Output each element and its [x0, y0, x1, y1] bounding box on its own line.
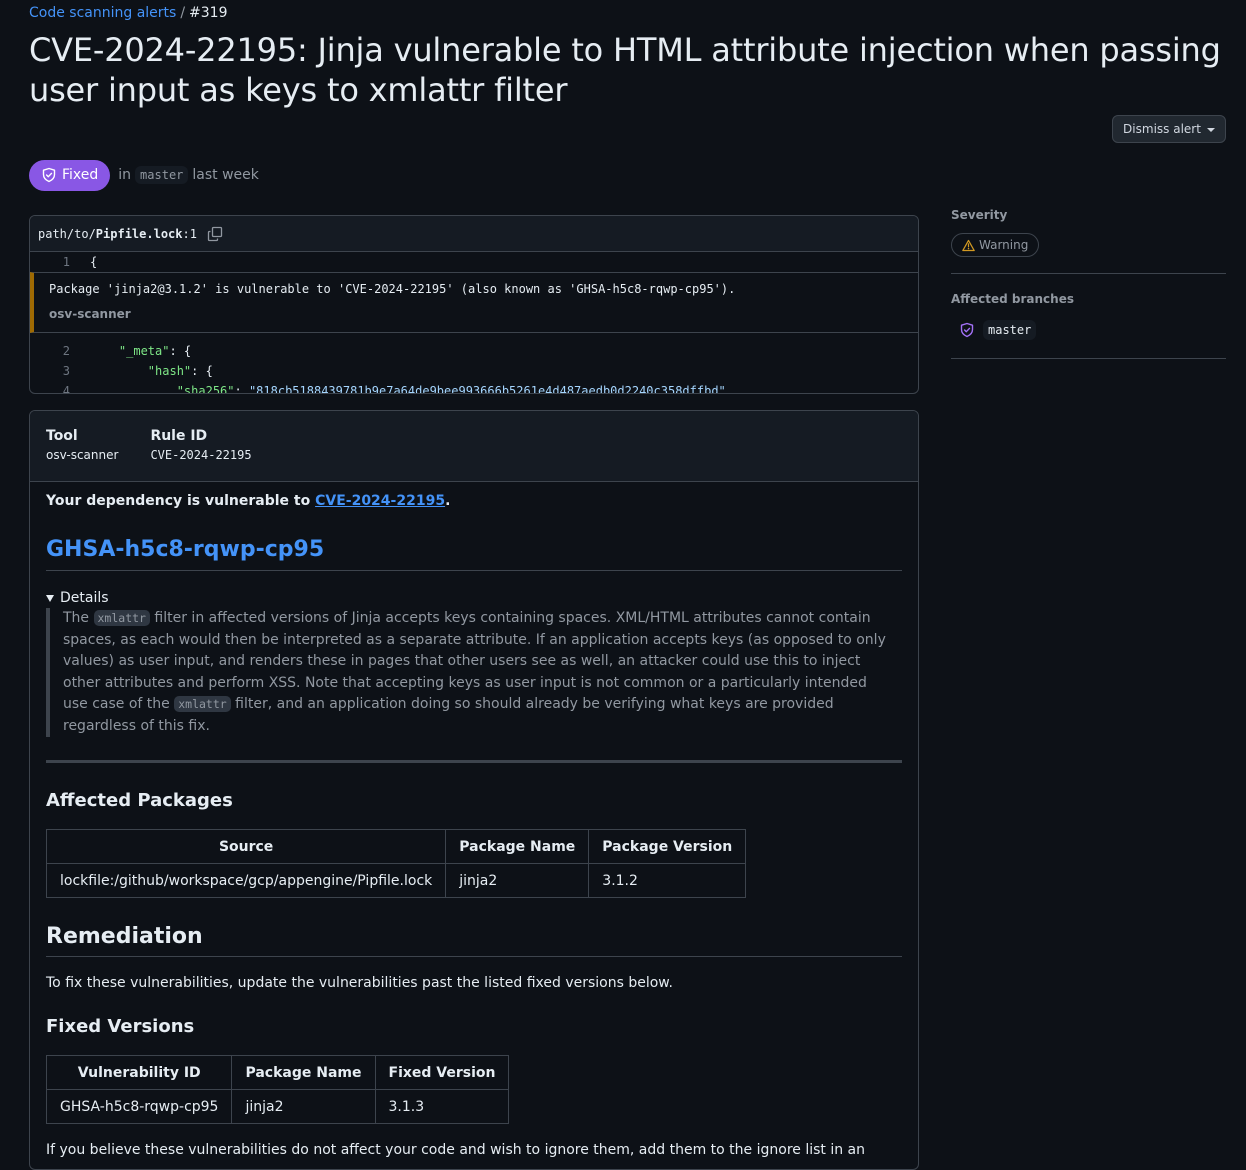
intro-text: Your dependency is vulnerable to CVE-202… [46, 493, 451, 509]
ignore-text: If you believe these vulnerabilities do … [46, 1142, 866, 1158]
shield-check-icon [42, 167, 56, 183]
severity-value: Warning [979, 238, 1029, 252]
alert-meta-header: Tool osv-scanner Rule ID CVE-2024-22195 [30, 411, 918, 482]
triangle-down-icon [46, 594, 54, 602]
branch-name: master [983, 320, 1037, 340]
dismiss-alert-button[interactable]: Dismiss alert [1112, 115, 1226, 143]
status-meta: in master last week [118, 166, 259, 184]
code-line: 4 "sha256": "818cb5188439781b9e7a64de9be… [30, 381, 918, 394]
code-line: 2 "_meta": { [30, 341, 918, 361]
shield-check-icon [960, 322, 974, 338]
dismiss-alert-label: Dismiss alert [1123, 122, 1201, 136]
status-in-label: in [118, 167, 132, 183]
alert-message: Package 'jinja2@3.1.2' is vulnerable to … [49, 282, 736, 296]
table-header: Package Version [588, 829, 747, 864]
status-branch: master [135, 166, 189, 184]
severity-label: Severity [951, 208, 1008, 222]
tool-value: osv-scanner [46, 448, 119, 462]
inline-code: xmlattr [174, 696, 231, 712]
rule-id-value: CVE-2024-22195 [150, 448, 252, 462]
alert-triangle-icon [962, 239, 975, 251]
ghsa-link[interactable]: GHSA-h5c8-rqwp-cp95 [46, 537, 324, 562]
code-file-header: path/to/Pipfile.lock:1 [30, 216, 918, 252]
copy-icon[interactable] [207, 226, 223, 242]
alert-description: Your dependency is vulnerable to CVE-202… [30, 491, 918, 1160]
divider [951, 273, 1226, 274]
line-content: "hash": { [147, 364, 213, 378]
affected-packages-table: Source Package Name Package Version lock… [45, 829, 747, 898]
details-blockquote: The xmlattr filter in affected versions … [46, 608, 886, 737]
alert-details-panel: Tool osv-scanner Rule ID CVE-2024-22195 … [29, 410, 919, 1170]
table-row: lockfile:/github/workspace/gcp/appengine… [45, 863, 747, 898]
table-header: Vulnerability ID [45, 1055, 233, 1090]
table-header-row: Source Package Name Package Version [45, 829, 747, 864]
fixed-versions-heading: Fixed Versions [46, 1016, 195, 1037]
rule-meta: Rule ID CVE-2024-22195 [150, 427, 251, 481]
rule-id-label: Rule ID [150, 428, 208, 444]
table-header: Package Name [231, 1055, 376, 1090]
remediation-heading: Remediation [46, 922, 902, 957]
line-number: 1 [62, 255, 70, 269]
table-cell: lockfile:/github/workspace/gcp/appengine… [45, 863, 447, 898]
line-content: "sha256": "818cb5188439781b9e7a64de9bee9… [176, 384, 726, 394]
line-number: 2 [62, 344, 70, 358]
divider [951, 358, 1226, 359]
table-header: Package Name [445, 829, 590, 864]
line-content: { [90, 255, 98, 269]
file-line-suffix: :1 [182, 226, 197, 241]
breadcrumb-current: #319 [189, 5, 228, 21]
ghsa-heading[interactable]: GHSA-h5c8-rqwp-cp95 [46, 535, 902, 571]
table-header-row: Vulnerability ID Package Name Fixed Vers… [45, 1055, 510, 1090]
inline-code: xmlattr [93, 610, 150, 626]
line-number: 3 [62, 364, 70, 378]
table-row: GHSA-h5c8-rqwp-cp95 jinja2 3.1.3 [45, 1089, 510, 1124]
line-content: "_meta": { [118, 344, 192, 358]
file-path-prefix: path/to/ [38, 226, 96, 241]
inline-alert: Package 'jinja2@3.1.2' is vulnerable to … [30, 272, 918, 333]
tool-label: Tool [46, 428, 78, 444]
code-line: 3 "hash": { [30, 361, 918, 381]
cve-link[interactable]: CVE-2024-22195 [315, 493, 445, 509]
file-path: path/to/Pipfile.lock:1 [38, 227, 197, 241]
fixed-versions-table: Vulnerability ID Package Name Fixed Vers… [45, 1055, 510, 1124]
table-header: Fixed Version [374, 1055, 510, 1090]
table-cell: GHSA-h5c8-rqwp-cp95 [45, 1089, 233, 1124]
affected-packages-heading: Affected Packages [46, 790, 233, 811]
status-badge-label: Fixed [62, 167, 99, 183]
breadcrumb: Code scanning alerts / #319 [29, 3, 228, 23]
code-line: 1 { [30, 252, 918, 272]
code-snippet-panel: path/to/Pipfile.lock:1 1 { Package 'jinj… [29, 215, 919, 394]
table-cell: jinja2 [231, 1089, 376, 1124]
table-cell: 3.1.3 [374, 1089, 510, 1124]
status-badge: Fixed [29, 159, 111, 191]
alert-tool: osv-scanner [49, 307, 131, 321]
divider [46, 760, 902, 763]
status-time: last week [192, 167, 259, 183]
branch-item: master [951, 320, 1226, 340]
breadcrumb-separator: / [180, 5, 186, 21]
breadcrumb-code-scanning-link[interactable]: Code scanning alerts [29, 5, 176, 21]
file-name: Pipfile.lock [95, 226, 183, 241]
sidebar: Severity Warning Affected branches maste… [951, 206, 1226, 359]
affected-branches-label: Affected branches [951, 292, 1074, 306]
status-row: Fixed in master last week [29, 159, 259, 191]
page-title: CVE-2024-22195: Jinja vulnerable to HTML… [29, 31, 1221, 109]
tool-meta: Tool osv-scanner [46, 427, 118, 481]
details-summary-label: Details [60, 590, 109, 606]
table-cell: 3.1.2 [588, 863, 747, 898]
details-toggle[interactable]: Details [46, 590, 902, 606]
caret-down-icon [1206, 128, 1215, 132]
table-cell: jinja2 [445, 863, 590, 898]
remediation-text: To fix these vulnerabilities, update the… [46, 975, 673, 991]
line-number: 4 [62, 384, 70, 394]
table-header: Source [45, 829, 447, 864]
severity-badge: Warning [951, 233, 1040, 257]
